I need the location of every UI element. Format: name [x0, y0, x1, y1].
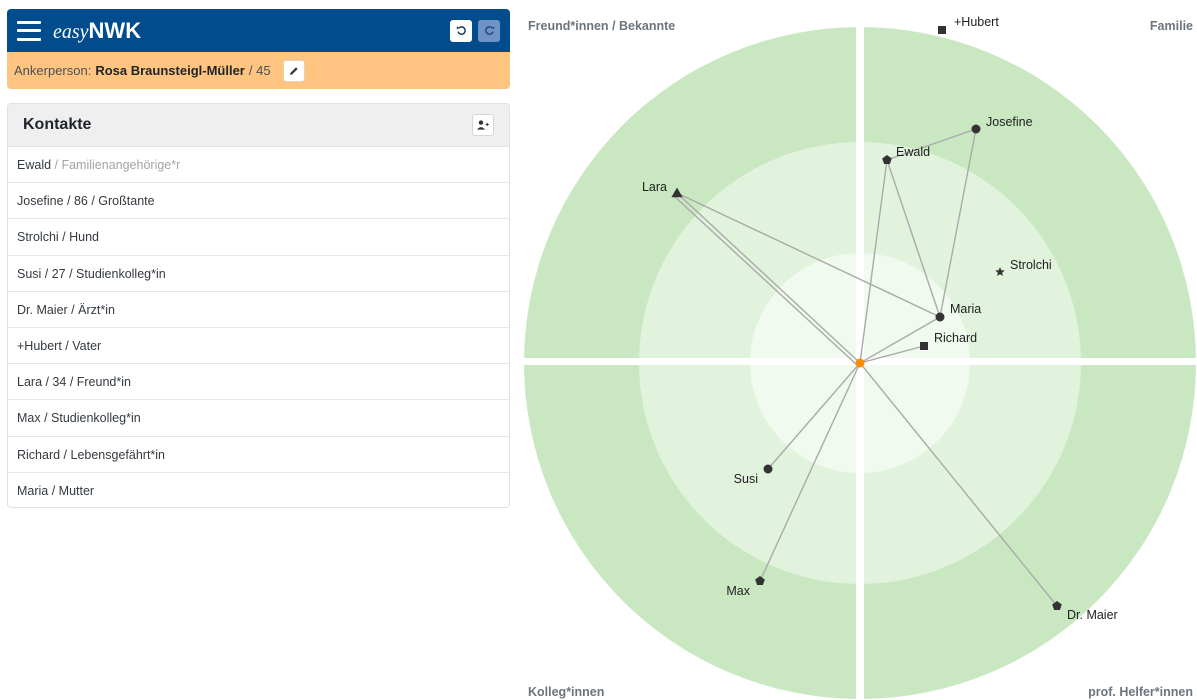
- contact-item[interactable]: Strolchi / Hund: [8, 219, 509, 256]
- node-label-strolchi: Strolchi: [1010, 258, 1052, 272]
- anchor-label: Ankerperson:: [14, 63, 92, 78]
- app-logo: easyNWK: [53, 17, 142, 43]
- add-contact-button[interactable]: [472, 114, 494, 136]
- contact-name: Max / Studienkolleg*in: [17, 411, 141, 426]
- hamburger-menu-icon[interactable]: [17, 20, 41, 41]
- anchor-age: / 45: [248, 63, 271, 78]
- node-josefine[interactable]: [971, 124, 981, 134]
- contact-item[interactable]: Susi / 27 / Studienkolleg*in: [8, 256, 509, 292]
- ego-node[interactable]: [855, 358, 865, 368]
- node-label-lara: Lara: [642, 180, 667, 194]
- node-label-josefine: Josefine: [986, 115, 1033, 129]
- add-person-icon: [477, 120, 489, 130]
- anchor-person-bar: Ankerperson: Rosa Braunsteigl-Müller / 4…: [7, 52, 510, 89]
- pencil-icon: [289, 66, 298, 75]
- node-label-maria: Maria: [950, 302, 981, 316]
- contact-name: Josefine / 86 / Großtante: [17, 194, 155, 209]
- redo-icon: [484, 26, 494, 35]
- node-label-hubert: +Hubert: [954, 15, 999, 29]
- contact-item[interactable]: Richard / Lebensgefährt*in: [8, 437, 509, 473]
- contact-role: / Familienangehörige*r: [51, 158, 181, 172]
- contact-item[interactable]: Dr. Maier / Ärzt*in: [8, 292, 509, 328]
- undo-button[interactable]: [450, 19, 472, 42]
- contact-name: Ewald: [17, 158, 52, 172]
- node-label-ewald: Ewald: [896, 145, 930, 159]
- undo-icon: [456, 26, 466, 35]
- logo-nwk: NWK: [88, 17, 142, 43]
- node-label-max: Max: [726, 584, 750, 598]
- contact-item[interactable]: Lara / 34 / Freund*in: [8, 364, 509, 401]
- contact-item[interactable]: Josefine / 86 / Großtante: [8, 183, 509, 220]
- contact-name: Strolchi / Hund: [17, 230, 99, 245]
- contacts-title: Kontakte: [23, 116, 92, 133]
- contact-name: Susi / 27 / Studienkolleg*in: [17, 266, 166, 281]
- node-hubert[interactable]: [938, 26, 946, 34]
- redo-button[interactable]: [478, 19, 500, 42]
- contact-item[interactable]: +Hubert / Vater: [8, 328, 509, 365]
- node-label-drmaier: Dr. Maier: [1067, 608, 1118, 622]
- node-label-susi: Susi: [734, 472, 758, 486]
- contacts-header: Kontakte: [8, 104, 509, 147]
- anchor-name: Rosa Braunsteigl-Müller: [95, 63, 245, 78]
- contact-name: Richard / Lebensgefährt*in: [17, 447, 166, 462]
- contact-item[interactable]: Max / Studienkolleg*in: [8, 400, 509, 437]
- logo-easy: easy: [53, 20, 89, 43]
- contact-name: +Hubert / Vater: [17, 338, 102, 353]
- contact-name: Lara / 34 / Freund*in: [17, 375, 131, 390]
- divider-vertical: [856, 0, 864, 700]
- contact-list: Ewald / Familienangehörige*r Josefine / …: [8, 147, 509, 507]
- contacts-card: Kontakte Ewald / Familienangehörige*r Jo…: [7, 103, 510, 508]
- contact-item[interactable]: Ewald / Familienangehörige*r: [8, 147, 509, 184]
- edit-anchor-button[interactable]: [282, 59, 305, 82]
- contact-item[interactable]: Maria / Mutter: [8, 473, 509, 507]
- app-header: easyNWK: [7, 9, 510, 52]
- contact-name: Maria / Mutter: [17, 483, 95, 498]
- node-susi[interactable]: [763, 464, 773, 474]
- node-maria[interactable]: [935, 312, 945, 322]
- node-label-richard: Richard: [934, 331, 977, 345]
- contact-name: Dr. Maier / Ärzt*in: [17, 302, 115, 317]
- network-map[interactable]: +Hubert Josefine Ewald Lara Strolchi Maria Ric…: [521, 0, 1197, 700]
- node-richard[interactable]: [920, 342, 928, 350]
